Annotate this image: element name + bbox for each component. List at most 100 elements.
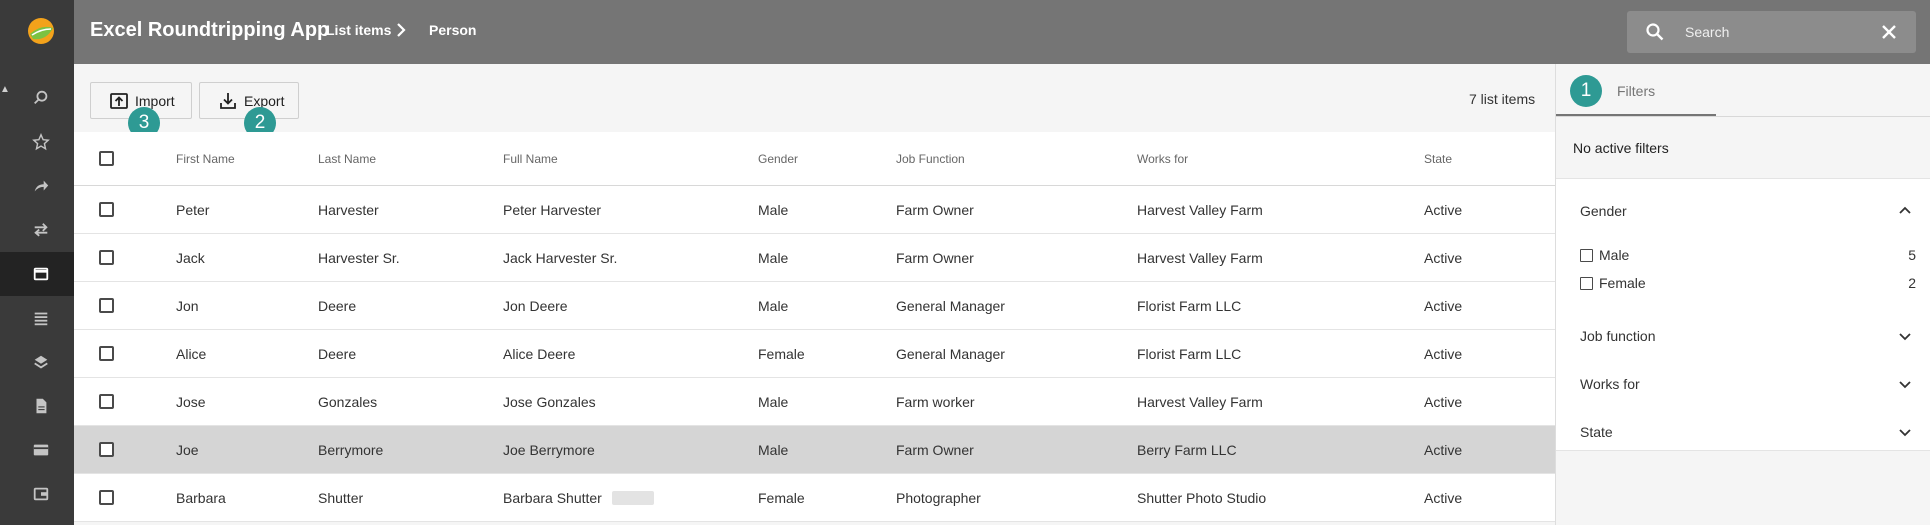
cell-last-name: Deere [318,297,357,314]
cell-state: Active [1424,201,1463,218]
card-icon[interactable] [28,437,54,463]
no-active-filters-text: No active filters [1573,140,1669,156]
filter-section-gender[interactable]: Gender [1580,203,1627,219]
swap-icon[interactable] [28,217,54,243]
column-header-last-name[interactable]: Last Name [318,132,376,185]
male-checkbox[interactable] [1580,248,1593,262]
share-icon[interactable] [28,173,54,199]
cell-last-name: Gonzales [318,393,378,410]
table-row[interactable]: Jack Harvester Sr. Jack Harvester Sr. Ma… [74,234,1555,282]
table-row[interactable]: Barbara Shutter Barbara Shutter Female P… [74,474,1555,522]
chevron-down-icon[interactable] [1898,378,1912,392]
panel-divider [1556,116,1930,117]
chevron-right-icon [397,23,406,37]
row-checkbox[interactable] [99,393,114,409]
cell-last-name: Harvester [318,201,379,218]
list-icon[interactable] [28,305,54,331]
full-name-text: Barbara Shutter [503,489,602,506]
download-icon [220,92,236,109]
chevron-down-icon[interactable] [1898,426,1912,440]
breadcrumb-list-items[interactable]: List items [326,22,391,38]
cell-works-for: Berry Farm LLC [1137,441,1237,458]
left-rail: ▲ [0,0,74,525]
cell-gender: Male [758,249,789,266]
close-icon[interactable] [1879,22,1899,42]
search-icon[interactable] [1645,22,1665,42]
cell-job-function: Farm Owner [896,201,974,218]
cell-gender: Male [758,297,789,314]
row-checkbox[interactable] [99,489,114,505]
female-checkbox[interactable] [1580,276,1593,290]
filter-option-label: Female [1599,275,1646,291]
cell-job-function: Photographer [896,489,981,506]
app-title[interactable]: Excel Roundtripping App [90,19,329,42]
row-checkbox[interactable] [99,249,114,265]
cell-job-function: Farm Owner [896,441,974,458]
person-table: First Name Last Name Full Name Gender Jo… [74,132,1555,522]
cell-gender: Male [758,201,789,218]
cell-job-function: General Manager [896,297,1005,314]
select-all-checkbox[interactable] [99,150,114,166]
cell-first-name: Barbara [176,489,226,506]
filters-panel: 1 Filters No active filters Gender Male … [1555,64,1930,525]
star-icon[interactable] [28,129,54,155]
tab-filters-label: Filters [1617,83,1656,99]
tab-filters[interactable]: 1 Filters [1556,64,1716,116]
filter-option-count: 2 [1908,275,1916,291]
cell-last-name: Shutter [318,489,364,506]
search-box[interactable] [1627,11,1916,53]
table-header-row: First Name Last Name Full Name Gender Jo… [74,132,1555,186]
cell-first-name: Joe [176,441,199,458]
filter-section-job-function[interactable]: Job function [1580,328,1656,344]
row-checkbox[interactable] [99,345,114,361]
cell-works-for: Harvest Valley Farm [1137,249,1263,266]
wallet-icon[interactable] [28,481,54,507]
cell-gender: Male [758,393,789,410]
table-row-selected[interactable]: Joe Berrymore Joe Berrymore Male Farm Ow… [74,426,1555,474]
filter-option-male[interactable]: Male [1580,247,1629,263]
filter-section-works-for[interactable]: Works for [1580,376,1640,392]
cell-full-name: Barbara Shutter [503,474,654,521]
filter-section-state[interactable]: State [1580,424,1613,440]
cell-gender: Female [758,489,805,506]
collapse-caret-icon[interactable]: ▲ [0,84,10,95]
document-icon[interactable] [28,393,54,419]
layers-icon[interactable] [28,349,54,375]
column-header-first-name[interactable]: First Name [176,132,235,185]
row-checkbox[interactable] [99,441,114,457]
filter-sections: Gender Male 5 Female 2 Job function Work… [1556,178,1930,451]
search-input[interactable] [1685,21,1865,43]
row-tag-badge [611,490,654,505]
row-checkbox[interactable] [99,297,114,313]
top-header: Excel Roundtripping App List items Perso… [74,0,1930,64]
cell-gender: Female [758,345,805,362]
app-logo-icon[interactable] [24,14,58,48]
cell-job-function: Farm Owner [896,249,974,266]
table-row[interactable]: Peter Harvester Peter Harvester Male Far… [74,186,1555,234]
cell-state: Active [1424,297,1463,314]
table-row[interactable]: Jon Deere Jon Deere Male General Manager… [74,282,1555,330]
cell-full-name: Jack Harvester Sr. [503,249,618,266]
column-header-full-name[interactable]: Full Name [503,132,558,185]
cell-works-for: Harvest Valley Farm [1137,201,1263,218]
chevron-up-icon[interactable] [1898,203,1912,217]
cell-last-name: Deere [318,345,357,362]
column-header-works-for[interactable]: Works for [1137,132,1188,185]
column-header-gender[interactable]: Gender [758,132,798,185]
cell-state: Active [1424,489,1463,506]
search-icon[interactable] [28,85,54,111]
cell-full-name: Jose Gonzales [503,393,596,410]
table-row[interactable]: Alice Deere Alice Deere Female General M… [74,330,1555,378]
column-header-state[interactable]: State [1424,132,1452,185]
filter-option-label: Male [1599,247,1630,263]
column-header-job-function[interactable]: Job Function [896,132,965,185]
cell-first-name: Jose [176,393,206,410]
filter-option-female[interactable]: Female [1580,275,1646,291]
table-row[interactable]: Jose Gonzales Jose Gonzales Male Farm wo… [74,378,1555,426]
chevron-down-icon[interactable] [1898,330,1912,344]
window-icon[interactable] [28,261,54,287]
row-checkbox[interactable] [99,201,114,217]
filter-option-count: 5 [1908,247,1916,263]
cell-full-name: Alice Deere [503,345,576,362]
cell-full-name: Jon Deere [503,297,568,314]
